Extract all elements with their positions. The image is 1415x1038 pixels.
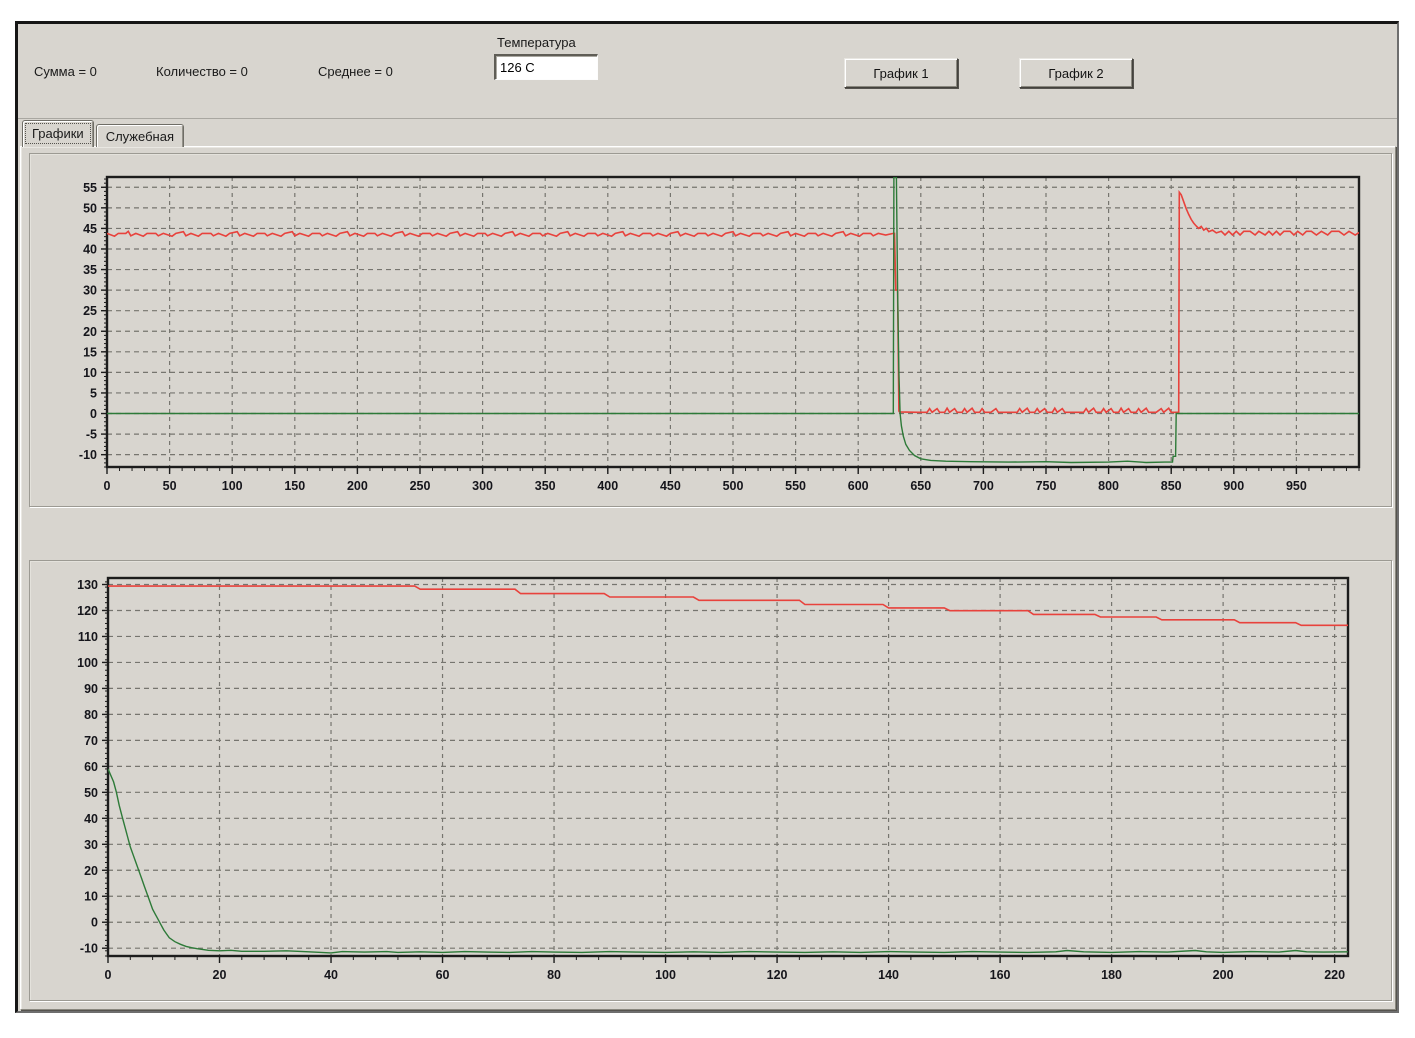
svg-text:220: 220: [1324, 968, 1345, 982]
svg-text:100: 100: [655, 968, 676, 982]
svg-text:10: 10: [83, 366, 97, 380]
svg-text:60: 60: [84, 760, 98, 774]
tab-page-graphs: 5550454035302520151050-5-100501001502002…: [20, 146, 1396, 1010]
svg-text:700: 700: [973, 479, 994, 493]
svg-text:450: 450: [660, 479, 681, 493]
svg-text:-10: -10: [80, 942, 98, 956]
chart2-canvas: 1301201101009080706050403020100-10020406…: [30, 561, 1391, 1000]
svg-text:10: 10: [84, 890, 98, 904]
tab-graphs[interactable]: Графики: [22, 120, 94, 147]
svg-text:50: 50: [84, 786, 98, 800]
svg-text:30: 30: [83, 284, 97, 298]
svg-text:250: 250: [410, 479, 431, 493]
sum-label: Сумма = 0: [34, 64, 97, 79]
svg-text:200: 200: [1213, 968, 1234, 982]
svg-text:750: 750: [1036, 479, 1057, 493]
svg-text:0: 0: [91, 916, 98, 930]
svg-text:650: 650: [910, 479, 931, 493]
average-label: Среднее = 0: [318, 64, 393, 79]
svg-text:90: 90: [84, 682, 98, 696]
svg-text:20: 20: [84, 864, 98, 878]
svg-text:40: 40: [84, 812, 98, 826]
chart2-panel: 1301201101009080706050403020100-10020406…: [29, 560, 1392, 1001]
svg-text:80: 80: [547, 968, 561, 982]
svg-text:950: 950: [1286, 479, 1307, 493]
svg-text:20: 20: [213, 968, 227, 982]
svg-text:0: 0: [104, 479, 111, 493]
svg-text:350: 350: [535, 479, 556, 493]
svg-text:110: 110: [78, 630, 98, 644]
svg-text:50: 50: [163, 479, 177, 493]
svg-text:0: 0: [105, 968, 112, 982]
svg-text:15: 15: [83, 345, 97, 359]
svg-text:60: 60: [436, 968, 450, 982]
svg-text:100: 100: [77, 656, 98, 670]
svg-text:-10: -10: [79, 448, 97, 462]
temperature-input[interactable]: [494, 54, 598, 80]
svg-text:120: 120: [767, 968, 788, 982]
svg-text:550: 550: [785, 479, 806, 493]
svg-text:5: 5: [90, 386, 97, 400]
svg-text:160: 160: [990, 968, 1011, 982]
svg-text:800: 800: [1098, 479, 1119, 493]
svg-text:140: 140: [878, 968, 899, 982]
tab-service[interactable]: Служебная: [96, 124, 184, 147]
svg-text:150: 150: [284, 479, 305, 493]
temperature-label: Температура: [497, 35, 576, 50]
chart1-panel: 5550454035302520151050-5-100501001502002…: [29, 153, 1392, 507]
svg-text:40: 40: [83, 242, 97, 256]
svg-text:20: 20: [83, 325, 97, 339]
svg-text:130: 130: [77, 578, 98, 592]
count-label: Количество = 0: [156, 64, 248, 79]
svg-text:500: 500: [723, 479, 744, 493]
svg-text:-5: -5: [86, 428, 97, 442]
tab-strip: Графики Служебная: [22, 120, 186, 147]
svg-text:850: 850: [1161, 479, 1182, 493]
stats-toolbar: Сумма = 0 Количество = 0 Среднее = 0 Тем…: [18, 24, 1397, 119]
app-window: Сумма = 0 Количество = 0 Среднее = 0 Тем…: [15, 21, 1399, 1013]
svg-text:400: 400: [597, 479, 618, 493]
svg-text:100: 100: [222, 479, 243, 493]
svg-text:300: 300: [472, 479, 493, 493]
svg-text:35: 35: [83, 263, 97, 277]
svg-text:55: 55: [83, 181, 97, 195]
svg-text:70: 70: [84, 734, 98, 748]
svg-text:50: 50: [83, 201, 97, 215]
svg-text:600: 600: [848, 479, 869, 493]
svg-text:120: 120: [77, 604, 98, 618]
svg-text:25: 25: [83, 304, 97, 318]
svg-text:200: 200: [347, 479, 368, 493]
svg-text:45: 45: [83, 222, 97, 236]
graph1-button[interactable]: График 1: [844, 58, 958, 88]
graph2-button[interactable]: График 2: [1019, 58, 1133, 88]
svg-text:30: 30: [84, 838, 98, 852]
svg-text:40: 40: [324, 968, 338, 982]
chart1-canvas: 5550454035302520151050-5-100501001502002…: [30, 154, 1391, 506]
svg-text:180: 180: [1101, 968, 1122, 982]
svg-text:0: 0: [90, 407, 97, 421]
svg-text:900: 900: [1223, 479, 1244, 493]
svg-text:80: 80: [84, 708, 98, 722]
